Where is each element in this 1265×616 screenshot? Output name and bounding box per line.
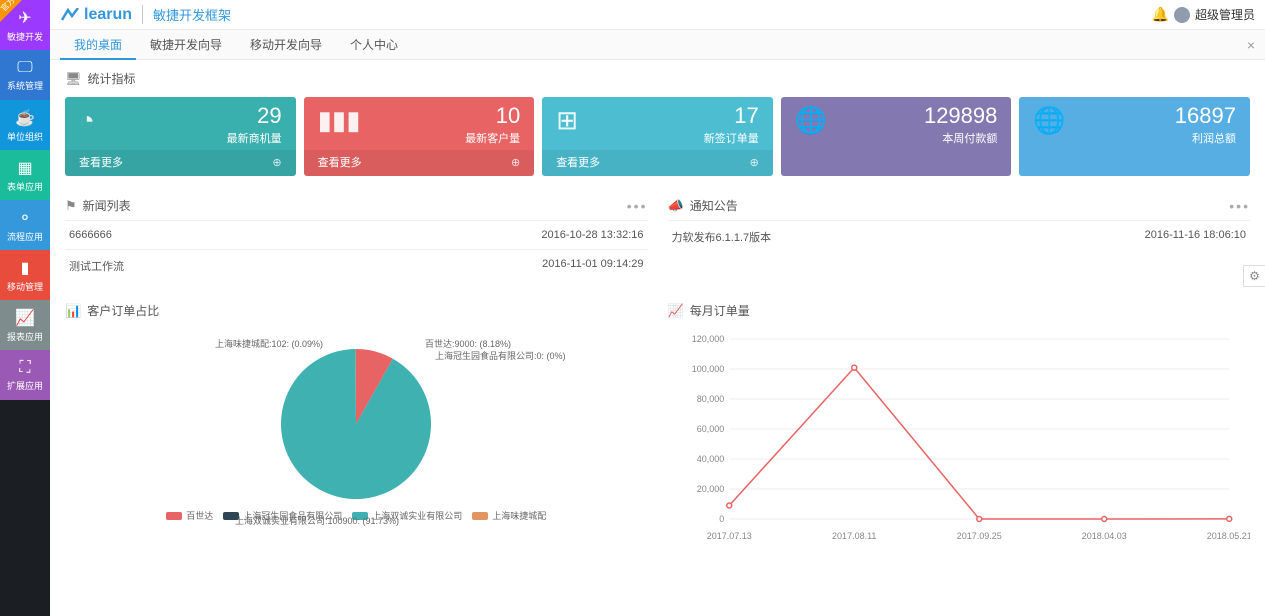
news-more-button[interactable]: •••: [627, 198, 648, 214]
line-chart: 0 20,000 40,000 60,000 80,000 100,000 120,000 2…: [668, 329, 1251, 559]
arrows-icon: ⛶: [19, 359, 30, 377]
tabs-bar: 我的桌面 敏捷开发向导 移动开发向导 个人中心 ×: [50, 30, 1265, 60]
svg-text:80,000: 80,000: [696, 394, 724, 404]
sidebar-item-ext[interactable]: ⛶ 扩展应用: [0, 350, 50, 400]
line-chart-panel: 📈每月订单量 020,00040,00060,00080,000100,0001…: [668, 302, 1251, 559]
svg-text:120,000: 120,000: [691, 334, 724, 344]
arrow-circle-icon: ⊕: [272, 156, 281, 169]
sidebar-item-report[interactable]: 📈 报表应用: [0, 300, 50, 350]
area-chart-icon: 📈: [15, 308, 35, 328]
notices-more-button[interactable]: •••: [1229, 198, 1250, 214]
notices-panel: 📣通知公告 ••• 力软发布6.1.1.7版本2016-11-16 18:06:…: [668, 191, 1251, 282]
coffee-icon: ☕: [15, 108, 35, 128]
table-icon: ▦: [17, 158, 32, 178]
sidebar-item-org[interactable]: ☕ 单位组织: [0, 100, 50, 150]
globe-icon: 🌐: [795, 105, 827, 136]
card-profit[interactable]: 🌐 16897利润总额: [1019, 97, 1250, 176]
tab-dev-guide[interactable]: 敏捷开发向导: [136, 30, 236, 60]
share-icon: ⚬: [18, 208, 31, 228]
bell-icon[interactable]: 🔔: [1152, 6, 1169, 23]
tab-mobile-guide[interactable]: 移动开发向导: [236, 30, 336, 60]
monitor-icon: 🖵: [17, 59, 32, 77]
user-name[interactable]: 超级管理员: [1195, 6, 1255, 23]
settings-gear-button[interactable]: ⚙: [1243, 265, 1265, 287]
tabs-close-icon[interactable]: ×: [1247, 37, 1255, 53]
svg-text:2018.05.21: 2018.05.21: [1206, 531, 1250, 541]
news-panel: ⚑新闻列表 ••• 66666662016-10-28 13:32:16 测试工…: [65, 191, 648, 282]
dashboard-icon: 🖥: [65, 71, 82, 87]
logo-text: learun: [84, 6, 132, 24]
card-customers[interactable]: ▮▮▮ 10最新客户量 查看更多⊕: [304, 97, 535, 176]
svg-text:2017.07.13: 2017.07.13: [706, 531, 751, 541]
header: learun 敏捷开发框架 🔔 超级管理员: [50, 0, 1265, 30]
logo-subtitle: 敏捷开发框架: [142, 5, 231, 24]
globe-icon: 🌐: [1033, 105, 1065, 136]
pie-chart-icon: ◔: [79, 105, 95, 136]
tablet-icon: ▮: [21, 258, 30, 278]
list-item[interactable]: 力软发布6.1.1.7版本2016-11-16 18:06:10: [668, 220, 1251, 253]
chart-icon: 📊: [65, 303, 81, 319]
chart-icon: 📈: [668, 303, 684, 319]
card-opportunities[interactable]: ◔ 29最新商机量 查看更多⊕: [65, 97, 296, 176]
flag-icon: ⚑: [65, 198, 77, 214]
tab-desktop[interactable]: 我的桌面: [60, 30, 136, 60]
svg-text:60,000: 60,000: [696, 424, 724, 434]
svg-text:40,000: 40,000: [696, 454, 724, 464]
sidebar-item-system[interactable]: 🖵 系统管理: [0, 50, 50, 100]
svg-text:100,000: 100,000: [691, 364, 724, 374]
stat-cards-row: ◔ 29最新商机量 查看更多⊕ ▮▮▮ 10最新客户量 查看更多⊕ ⊞ 17新签…: [65, 97, 1250, 176]
bullhorn-icon: 📣: [668, 198, 684, 214]
pie-chart: 上海味捷城配:102: (0.09%) 百世达:9000: (8.18%) 上海…: [65, 329, 648, 559]
sidebar-item-flow[interactable]: ⚬ 流程应用: [0, 200, 50, 250]
card-orders[interactable]: ⊞ 17新签订单量 查看更多⊕: [542, 97, 773, 176]
sidebar-item-form[interactable]: ▦ 表单应用: [0, 150, 50, 200]
sidebar: 官方 ✈ 敏捷开发 🖵 系统管理 ☕ 单位组织 ▦ 表单应用 ⚬ 流程应用 ▮ …: [0, 0, 50, 616]
sidebar-item-mobile[interactable]: ▮ 移动管理: [0, 250, 50, 300]
svg-text:2017.08.11: 2017.08.11: [832, 531, 876, 541]
arrow-circle-icon: ⊕: [750, 156, 759, 169]
content: 🖥 统计指标 ◔ 29最新商机量 查看更多⊕ ▮▮▮ 10最新客户量 查看更多⊕…: [50, 60, 1265, 569]
tab-personal[interactable]: 个人中心: [336, 30, 412, 60]
avatar[interactable]: [1174, 7, 1190, 23]
windows-icon: ⊞: [556, 105, 578, 136]
svg-text:2017.09.25: 2017.09.25: [956, 531, 1001, 541]
list-item[interactable]: 66666662016-10-28 13:32:16: [65, 220, 648, 249]
logo-icon: [60, 8, 80, 22]
svg-text:2018.04.03: 2018.04.03: [1081, 531, 1126, 541]
stats-title: 🖥 统计指标: [65, 70, 1250, 87]
bar-chart-icon: ▮▮▮: [318, 105, 361, 136]
arrow-circle-icon: ⊕: [511, 156, 520, 169]
list-item[interactable]: 测试工作流2016-11-01 09:14:29: [65, 249, 648, 282]
svg-text:20,000: 20,000: [696, 484, 724, 494]
pie-chart-panel: 📊客户订单占比 上海味捷城配:102: (0.09%) 百世达:9000: (8…: [65, 302, 648, 559]
card-payment[interactable]: 🌐 129898本周付款额: [781, 97, 1012, 176]
svg-text:0: 0: [719, 514, 724, 524]
